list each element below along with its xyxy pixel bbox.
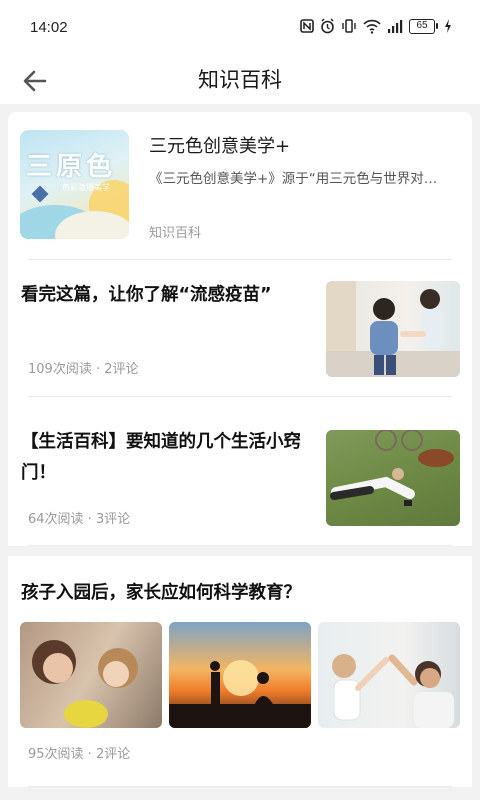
article-card[interactable]: 孩子入园后，家长应如何科学教育？ 95次阅读 · 2评论 [8,556,472,787]
status-bar: 14:02 65 [0,0,480,56]
battery-level: 65 [409,18,435,34]
wifi-icon [363,19,381,34]
article-meta: 95次阅读 · 2评论 [28,747,131,762]
article-title: 看完这篇，让你了解“流感疫苗” [21,285,272,305]
divider [28,545,452,546]
article-meta: 64次阅读 · 3评论 [28,512,131,527]
article-thumbnail [326,430,460,526]
article-title: 【生活百科】要知道的几个生活小窍门！ [21,432,301,483]
article-image [20,622,162,728]
battery-icon: 65 [409,18,438,34]
kite-icon [31,185,49,203]
signal-icon [388,20,403,33]
article-thumbnail [326,281,460,377]
header: 知识百科 [0,56,480,104]
feature-thumbnail: 三原色 色彩激爆美学 [20,130,129,239]
article-card[interactable]: 看完这篇，让你了解“流感疫苗” 109次阅读 · 2评论 [8,260,472,397]
article-image [318,622,460,728]
article-image [169,622,311,728]
status-time: 14:02 [30,19,68,36]
feature-description: 《三元色创意美学+》源于“用三元色与世界对… [149,171,438,187]
nfc-icon [300,19,314,33]
feature-card[interactable]: 三原色 色彩激爆美学 三元色创意美学+ 《三元色创意美学+》源于“用三元色与世界… [8,112,472,260]
article-title: 孩子入园后，家长应如何科学教育？ [21,583,301,603]
bottom-spacer [0,787,480,800]
thumb-small-text: 色彩激爆美学 [62,183,110,192]
charging-icon [445,19,451,33]
vibrate-icon [342,19,356,33]
article-meta: 109次阅读 · 2评论 [28,362,139,377]
thumb-big-text: 三原色 [26,152,117,182]
page-title: 知识百科 [198,68,282,92]
feature-category: 知识百科 [149,226,202,241]
article-card[interactable]: 【生活百科】要知道的几个生活小窍门！ 64次阅读 · 3评论 [8,397,472,546]
alarm-icon [321,18,334,34]
feature-title: 三元色创意美学+ [149,136,291,157]
status-icons: 65 [300,18,452,34]
image-row [20,622,460,728]
